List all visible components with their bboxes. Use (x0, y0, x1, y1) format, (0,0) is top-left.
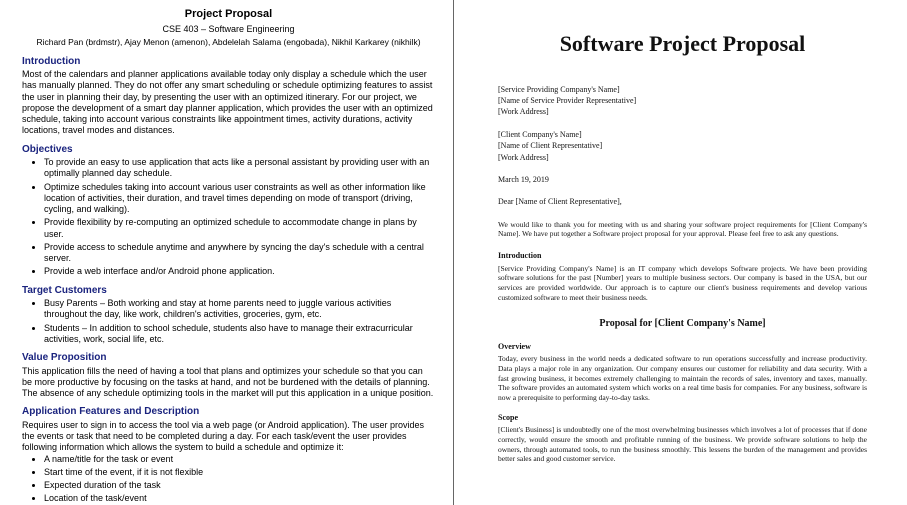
list-item: To provide an easy to use application th… (44, 157, 435, 180)
left-subtitle: CSE 403 – Software Engineering (22, 24, 435, 35)
heading-value-proposition: Value Proposition (22, 352, 435, 365)
list-item: Expected duration of the task (44, 480, 435, 491)
heading-introduction-right: Introduction (498, 251, 867, 261)
proposal-for-line: Proposal for [Client Company's Name] (498, 317, 867, 330)
address-line: [Name of Client Representative] (498, 141, 867, 151)
list-item: Students – In addition to school schedul… (44, 323, 435, 346)
right-title: Software Project Proposal (498, 30, 867, 59)
right-document: Software Project Proposal [Service Provi… (454, 0, 907, 505)
paragraph-introduction-right: [Service Providing Company's Name] is an… (498, 264, 867, 303)
list-item: Location of the task/event (44, 493, 435, 504)
address-line: [Name of Service Provider Representative… (498, 96, 867, 106)
paragraph-value-proposition: This application fills the need of havin… (22, 366, 435, 400)
heading-introduction: Introduction (22, 56, 435, 69)
list-item: Busy Parents – Both working and stay at … (44, 298, 435, 321)
paragraph-app-features: Requires user to sign in to access the t… (22, 420, 435, 454)
left-title: Project Proposal (22, 8, 435, 22)
letter-date: March 19, 2019 (498, 175, 867, 185)
heading-scope: Scope (498, 413, 867, 423)
list-item: Optimize schedules taking into account v… (44, 182, 435, 216)
paragraph-scope: [Client's Business] is undoubtedly one o… (498, 425, 867, 464)
paragraph-introduction: Most of the calendars and planner applic… (22, 69, 435, 137)
left-document: Project Proposal CSE 403 – Software Engi… (0, 0, 453, 505)
target-customers-list: Busy Parents – Both working and stay at … (44, 298, 435, 345)
list-item: Provide a web interface and/or Android p… (44, 266, 435, 277)
list-item: A name/title for the task or event (44, 454, 435, 465)
paragraph-overview: Today, every business in the world needs… (498, 354, 867, 403)
features-list: A name/title for the task or event Start… (44, 454, 435, 505)
list-item: Start time of the event, if it is not fl… (44, 467, 435, 478)
intro-paragraph: We would like to thank you for meeting w… (498, 220, 867, 240)
address-line: [Client Company's Name] (498, 130, 867, 140)
heading-app-features: Application Features and Description (22, 406, 435, 419)
address-line: [Service Providing Company's Name] (498, 85, 867, 95)
client-address-block: [Client Company's Name] [Name of Client … (498, 130, 867, 163)
address-line: [Work Address] (498, 153, 867, 163)
heading-objectives: Objectives (22, 144, 435, 157)
heading-overview: Overview (498, 342, 867, 352)
salutation: Dear [Name of Client Representative], (498, 197, 867, 207)
address-line: [Work Address] (498, 107, 867, 117)
objectives-list: To provide an easy to use application th… (44, 157, 435, 278)
provider-address-block: [Service Providing Company's Name] [Name… (498, 85, 867, 118)
list-item: Provide access to schedule anytime and a… (44, 242, 435, 265)
list-item: Provide flexibility by re-computing an o… (44, 217, 435, 240)
left-authors: Richard Pan (brdmstr), Ajay Menon (ameno… (22, 37, 435, 48)
heading-target-customers: Target Customers (22, 285, 435, 298)
